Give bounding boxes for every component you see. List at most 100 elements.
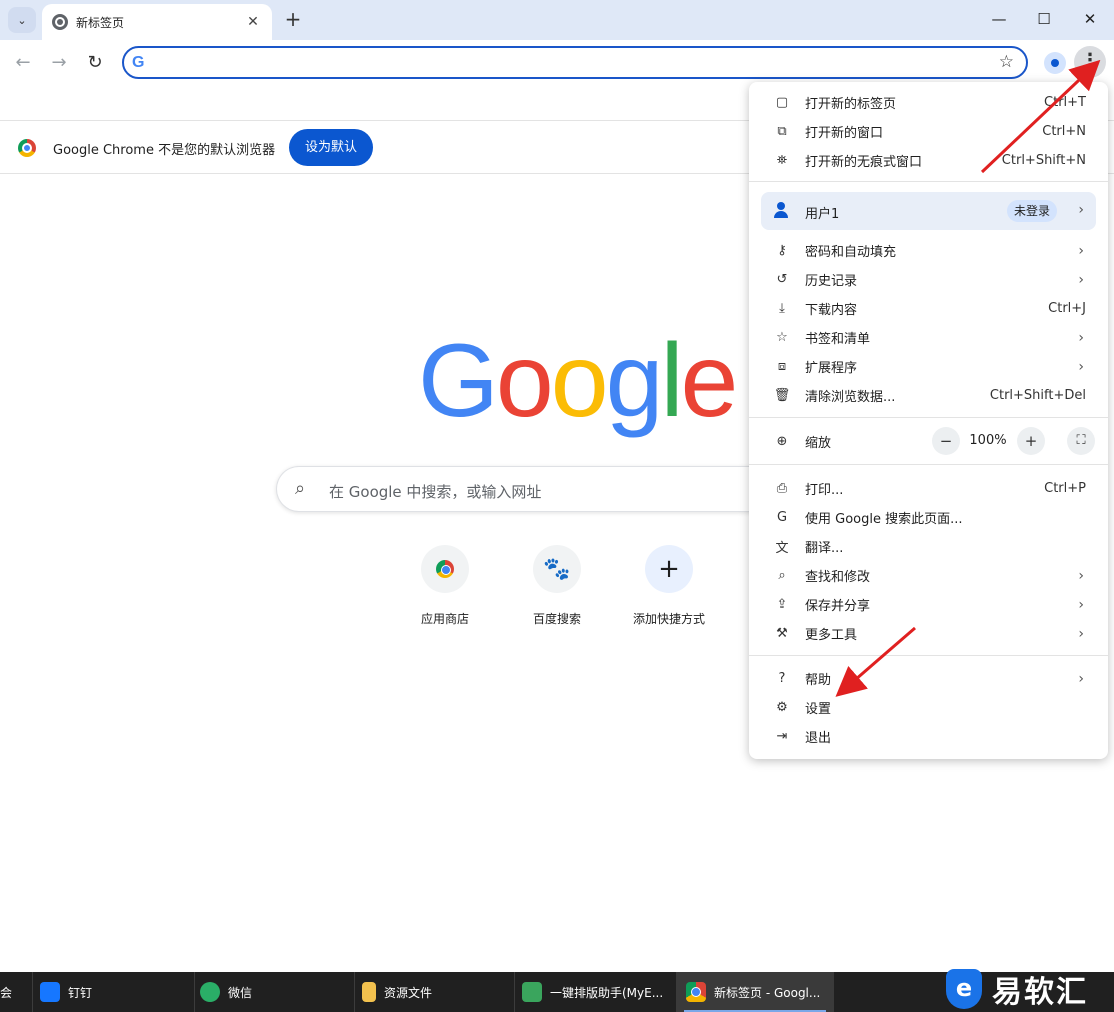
forward-button[interactable]: → [48,52,70,74]
zoom-out-button[interactable]: − [932,427,960,455]
chrome-icon [686,982,706,1002]
menu-item-shortcut: Ctrl+J [1048,301,1086,316]
shortcut-baidu[interactable]: 🐾 百度搜索 [502,545,612,627]
ntp-search-box[interactable]: ⌕ 在 Google 中搜索，或输入网址 [276,466,776,512]
menu-separator [749,181,1108,182]
infobar-message: Google Chrome 不是您的默认浏览器 [53,143,276,158]
taskbar-item-files[interactable]: 资源文件 [362,972,512,1012]
menu-item-icon: ⎙ [776,481,788,496]
chrome-menu-button[interactable]: ⋮ [1074,46,1106,78]
menu-item[interactable]: ⧈ 扩展程序 › [749,352,1108,381]
reload-button[interactable]: ↻ [84,52,106,74]
menu-item[interactable]: ▢ 打开新的标签页 Ctrl+T [749,88,1108,117]
menu-item-icon: ⚷ [777,243,787,258]
google-logo: Google [418,323,739,439]
menu-item-label: 翻译... [805,541,844,556]
set-default-button[interactable]: 设为默认 [289,129,373,166]
profile-button[interactable] [1044,52,1066,74]
menu-item-label: 密码和自动填充 [805,245,897,260]
google-logo-letter: e [680,323,739,439]
menu-item[interactable]: G 使用 Google 搜索此页面... [749,503,1108,532]
menu-item-label: 书签和清单 [805,332,871,347]
search-tabs-button[interactable]: ⌄ [8,7,36,33]
taskbar-item-dingtalk[interactable]: 钉钉 [40,972,190,1012]
menu-item-shortcut: Ctrl+T [1044,95,1086,110]
chrome-logo-icon [18,139,36,157]
minimize-button[interactable]: — [988,10,1010,30]
menu-item-icon: ? [778,671,786,686]
menu-item-profile[interactable]: 用户1 未登录 › [761,192,1096,230]
zoom-label: 缩放 [805,436,832,451]
menu-item[interactable]: ⚙ 设置 [749,693,1108,722]
tab-strip: ⌄ 新标签页 ✕ + — ☐ ✕ [0,0,1114,40]
shortcut-label: 添加快捷方式 [632,612,705,626]
menu-item[interactable]: ↺ 历史记录 › [749,265,1108,294]
shortcut-app-store[interactable]: 应用商店 [390,545,500,627]
taskbar-item-chrome[interactable]: 新标签页 - Googl... [676,972,834,1012]
menu-item-icon: ⛯ [776,153,788,168]
search-placeholder: 在 Google 中搜索，或输入网址 [329,483,542,501]
chevron-right-icon: › [1078,329,1084,346]
address-bar[interactable]: G ☆ [122,46,1028,79]
taskbar-item-myeditor[interactable]: 一键排版助手(MyE... [522,972,672,1012]
menu-item[interactable]: ⧉ 打开新的窗口 Ctrl+N [749,117,1108,146]
close-window-button[interactable]: ✕ [1079,10,1101,30]
menu-item-label: 打开新的无痕式窗口 [805,155,923,170]
person-icon [773,202,789,218]
google-logo-letter: o [550,323,609,439]
menu-item[interactable]: ? 帮助 › [749,664,1108,693]
menu-item[interactable]: ⛯ 打开新的无痕式窗口 Ctrl+Shift+N [749,146,1108,175]
search-icon: ⌕ [295,478,306,499]
chrome-menu: 用户1 未登录 › ⊕ 缩放 − 100% + ⛶ ▢ 打开新的标签页 Ctrl+T… [749,82,1108,759]
menu-item-shortcut: Ctrl+N [1042,124,1086,139]
dingtalk-icon [40,982,60,1002]
menu-item-icon: 🗑 [773,388,791,403]
menu-item[interactable]: ⎙ 打印... Ctrl+P [749,474,1108,503]
menu-item-icon: ⚒ [776,626,788,641]
new-tab-button[interactable]: + [282,9,304,31]
menu-item-icon: ⌕ [778,568,786,583]
menu-item[interactable]: ⚒ 更多工具 › [749,619,1108,648]
tab-new-tab[interactable]: 新标签页 ✕ [42,4,272,40]
shortcut-add[interactable]: + 添加快捷方式 [614,545,724,627]
maximize-button[interactable]: ☐ [1033,10,1055,30]
zoom-icon: ⊕ [776,434,788,449]
bookmark-star-icon[interactable]: ☆ [999,52,1014,72]
add-icon: + [658,554,680,584]
taskbar-item-partial[interactable]: 会 [0,972,20,1012]
menu-item[interactable]: ⌕ 查找和修改 › [749,561,1108,590]
zoom-in-button[interactable]: + [1017,427,1045,455]
watermark-logo: e 易软汇 [946,966,1114,1012]
folder-icon [362,982,376,1002]
menu-item-label: 保存并分享 [805,599,871,614]
chevron-right-icon: › [1078,567,1084,584]
menu-item-label: 扩展程序 [805,361,858,376]
back-button[interactable]: ← [12,52,34,74]
menu-item[interactable]: ⚷ 密码和自动填充 › [749,236,1108,265]
menu-item[interactable]: 文 翻译... [749,532,1108,561]
menu-item-label: 查找和修改 [805,570,871,585]
menu-item-label: 设置 [805,702,832,717]
tab-close-icon[interactable]: ✕ [244,14,262,30]
menu-item-icon: ↺ [776,272,788,287]
wechat-icon [200,982,220,1002]
chevron-right-icon: › [1078,670,1084,687]
menu-item-label: 打印... [805,483,844,498]
fullscreen-button[interactable]: ⛶ [1067,427,1095,455]
menu-item-label: 退出 [805,731,832,746]
myeditor-icon [522,982,542,1002]
menu-separator [749,655,1108,656]
google-g-icon: G [132,54,145,71]
chevron-right-icon: › [1078,358,1084,375]
menu-item[interactable]: ⤓ 下载内容 Ctrl+J [749,294,1108,323]
menu-item-icon: ▢ [775,95,789,110]
menu-item-shortcut: Ctrl+Shift+Del [989,388,1086,403]
signed-out-badge: 未登录 [1007,200,1057,222]
menu-item[interactable]: 🗑 清除浏览数据... Ctrl+Shift+Del [749,381,1108,410]
menu-item[interactable]: ⇪ 保存并分享 › [749,590,1108,619]
taskbar-item-wechat[interactable]: 微信 [200,972,350,1012]
menu-item-label: 下载内容 [805,303,858,318]
menu-item-label: 打开新的标签页 [805,97,897,112]
menu-item[interactable]: ⇥ 退出 [749,722,1108,751]
menu-item[interactable]: ☆ 书签和清单 › [749,323,1108,352]
